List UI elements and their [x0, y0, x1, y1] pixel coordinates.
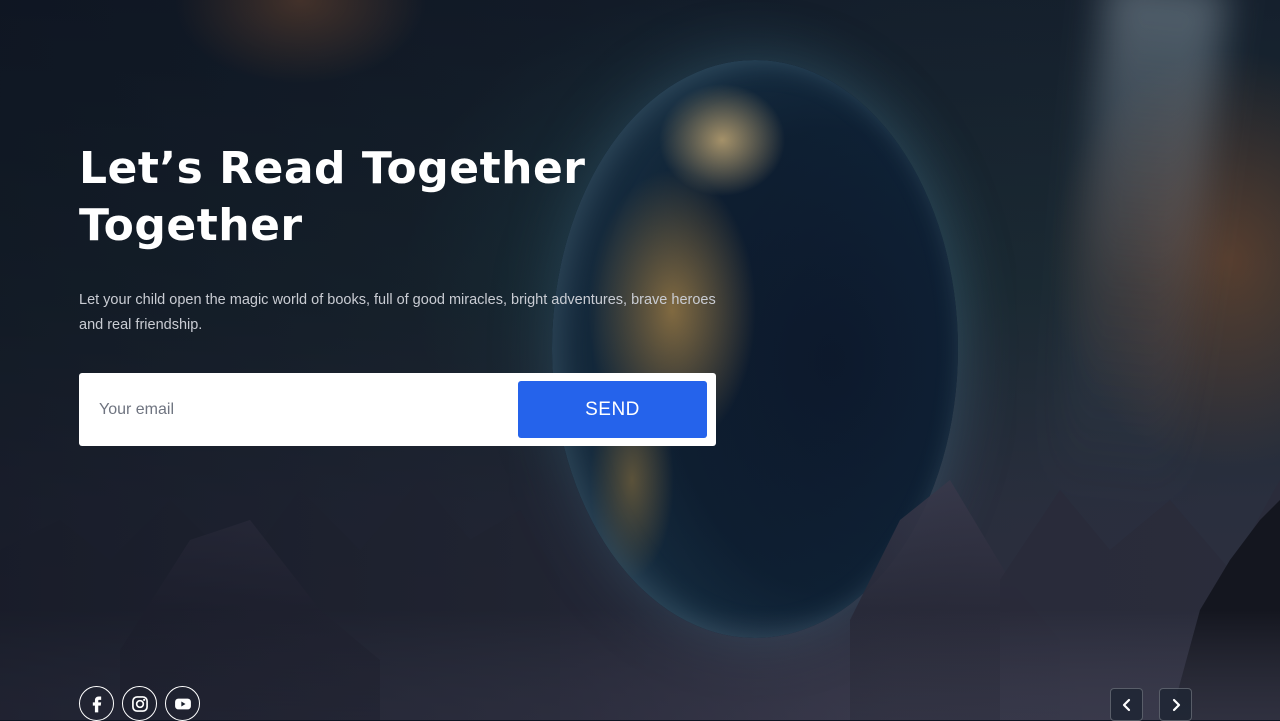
email-input[interactable]	[79, 373, 509, 446]
hero-title-line-1: Let’s Read Together	[79, 143, 586, 194]
hero-subtitle: Let your child open the magic world of b…	[79, 292, 716, 333]
instagram-icon[interactable]	[122, 686, 157, 721]
hero-title-line-2: Together	[79, 200, 303, 251]
chevron-right-icon	[1172, 698, 1180, 711]
prev-slide-button[interactable]	[1110, 688, 1143, 721]
hero-title: Let’s Read Together Together	[79, 140, 739, 254]
background-overlay	[0, 0, 1280, 720]
social-links	[79, 686, 200, 721]
hero-section: Let’s Read Together Together Let your ch…	[79, 140, 739, 338]
email-subscribe-form: SEND	[79, 373, 716, 446]
facebook-icon[interactable]	[79, 686, 114, 721]
youtube-icon[interactable]	[165, 686, 200, 721]
chevron-left-icon	[1122, 698, 1130, 711]
next-slide-button[interactable]	[1159, 688, 1192, 721]
send-button[interactable]: SEND	[518, 381, 707, 438]
slider-arrows	[1110, 688, 1192, 721]
